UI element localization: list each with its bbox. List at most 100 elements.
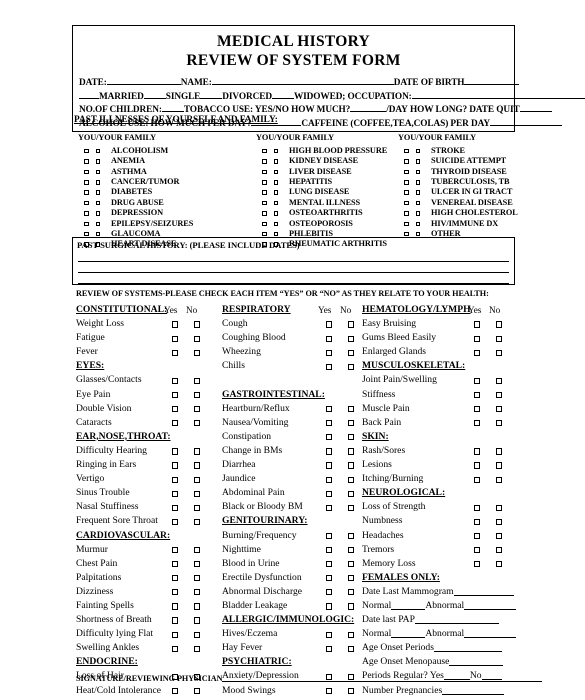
ros-no-checkbox[interactable]: [194, 476, 201, 483]
ros-no-checkbox[interactable]: [348, 546, 355, 554]
ros-yes-checkbox[interactable]: [326, 546, 333, 554]
surgical-history-line-1[interactable]: [78, 251, 509, 262]
ros-no-checkbox[interactable]: [496, 391, 503, 399]
ros-no-checkbox[interactable]: [194, 645, 201, 652]
ros-no-checkbox[interactable]: [348, 532, 355, 540]
married-checkbox-line[interactable]: [79, 89, 99, 99]
ros-no-checkbox[interactable]: [496, 546, 503, 554]
ros-no-checkbox[interactable]: [194, 518, 201, 525]
ros-no-checkbox[interactable]: [194, 490, 201, 497]
ros-yes-checkbox[interactable]: [172, 448, 179, 455]
ros-yes-checkbox[interactable]: [326, 490, 333, 497]
ros-no-checkbox[interactable]: [194, 561, 201, 568]
ros-no-checkbox[interactable]: [194, 462, 201, 469]
ros-yes-checkbox[interactable]: [326, 406, 333, 413]
ros-no-checkbox[interactable]: [194, 349, 201, 356]
ros-yes-checkbox[interactable]: [474, 518, 481, 525]
ros-yes-checkbox[interactable]: [172, 589, 179, 596]
divorced-checkbox-line[interactable]: [200, 89, 223, 99]
date-input[interactable]: [106, 75, 181, 85]
ros-no-checkbox[interactable]: [194, 546, 201, 554]
ros-no-checkbox[interactable]: [194, 406, 201, 413]
illness-checkbox-family[interactable]: [95, 211, 100, 216]
illness-checkbox-you[interactable]: [84, 159, 89, 164]
ros-yes-checkbox[interactable]: [326, 645, 333, 652]
ros-no-checkbox[interactable]: [496, 532, 503, 540]
illness-checkbox-family[interactable]: [273, 231, 278, 237]
ros-yes-checkbox[interactable]: [172, 462, 179, 469]
ros-no-checkbox[interactable]: [194, 603, 201, 610]
ros-yes-checkbox[interactable]: [172, 406, 179, 413]
caffeine-input[interactable]: [489, 116, 562, 126]
widowed-checkbox-line[interactable]: [271, 89, 294, 99]
ros-no-checkbox[interactable]: [496, 518, 503, 525]
illness-checkbox-you[interactable]: [84, 190, 89, 195]
tobacco-amount-input[interactable]: [350, 102, 387, 113]
illness-checkbox-family[interactable]: [415, 148, 420, 154]
ros-yes-checkbox[interactable]: [172, 490, 179, 497]
ros-yes-checkbox[interactable]: [172, 391, 179, 399]
ros-yes-checkbox[interactable]: [474, 462, 481, 469]
ros-yes-checkbox[interactable]: [474, 476, 481, 483]
ros-no-checkbox[interactable]: [194, 420, 201, 427]
ros-yes-checkbox[interactable]: [326, 575, 333, 582]
ros-no-checkbox[interactable]: [496, 406, 503, 413]
ros-no-checkbox[interactable]: [348, 462, 355, 469]
ros-yes-checkbox[interactable]: [172, 518, 179, 525]
illness-checkbox-family[interactable]: [95, 190, 100, 195]
illness-checkbox-you[interactable]: [84, 231, 89, 237]
ros-no-checkbox[interactable]: [348, 406, 355, 413]
ros-yes-checkbox[interactable]: [326, 504, 333, 511]
illness-checkbox-you[interactable]: [404, 180, 409, 185]
ros-no-checkbox[interactable]: [496, 448, 503, 455]
illness-checkbox-family[interactable]: [95, 148, 100, 154]
ros-yes-checkbox[interactable]: [326, 589, 333, 596]
illness-checkbox-family[interactable]: [415, 200, 420, 206]
illness-checkbox-family[interactable]: [273, 180, 278, 185]
ros-field-input[interactable]: [464, 628, 517, 639]
illness-checkbox-family[interactable]: [415, 211, 420, 216]
illness-checkbox-you[interactable]: [262, 211, 267, 216]
ros-yes-checkbox[interactable]: [326, 476, 333, 483]
ros-yes-checkbox[interactable]: [172, 575, 179, 582]
ros-yes-checkbox[interactable]: [326, 434, 333, 441]
ros-yes-checkbox[interactable]: [172, 476, 179, 483]
illness-checkbox-you[interactable]: [404, 148, 409, 154]
ros-yes-checkbox[interactable]: [172, 631, 179, 638]
ros-yes-checkbox[interactable]: [326, 687, 333, 695]
ros-yes-checkbox[interactable]: [326, 462, 333, 469]
dob-input[interactable]: [464, 75, 520, 85]
illness-checkbox-you[interactable]: [404, 190, 409, 195]
illness-checkbox-you[interactable]: [262, 221, 267, 227]
ros-yes-checkbox[interactable]: [326, 532, 333, 540]
ros-no-checkbox[interactable]: [496, 561, 503, 568]
ros-field-input[interactable]: [391, 628, 426, 639]
ros-yes-checkbox[interactable]: [474, 504, 481, 511]
ros-yes-checkbox[interactable]: [326, 335, 333, 342]
illness-checkbox-family[interactable]: [95, 221, 100, 227]
ros-no-checkbox[interactable]: [194, 617, 201, 624]
ros-field-input[interactable]: [391, 600, 426, 610]
ros-field-input[interactable]: [433, 642, 502, 653]
illness-checkbox-family[interactable]: [415, 231, 420, 237]
ros-yes-checkbox[interactable]: [326, 420, 333, 427]
ros-yes-checkbox[interactable]: [326, 349, 333, 356]
ros-no-checkbox[interactable]: [496, 462, 503, 469]
illness-checkbox-you[interactable]: [262, 231, 267, 237]
ros-yes-checkbox[interactable]: [172, 561, 179, 568]
surgical-history-line-3[interactable]: [78, 273, 509, 284]
illness-checkbox-family[interactable]: [95, 200, 100, 206]
ros-yes-checkbox[interactable]: [474, 321, 481, 328]
illness-checkbox-family[interactable]: [415, 190, 420, 195]
illness-checkbox-you[interactable]: [84, 211, 89, 216]
ros-no-checkbox[interactable]: [348, 603, 355, 610]
ros-yes-checkbox[interactable]: [326, 448, 333, 455]
ros-yes-checkbox[interactable]: [474, 448, 481, 455]
ros-no-checkbox[interactable]: [348, 363, 355, 370]
ros-yes-checkbox[interactable]: [172, 377, 179, 385]
ros-no-checkbox[interactable]: [348, 335, 355, 342]
illness-checkbox-family[interactable]: [273, 200, 278, 206]
ros-yes-checkbox[interactable]: [172, 335, 179, 342]
ros-no-checkbox[interactable]: [496, 377, 503, 385]
ros-yes-checkbox[interactable]: [172, 617, 179, 624]
